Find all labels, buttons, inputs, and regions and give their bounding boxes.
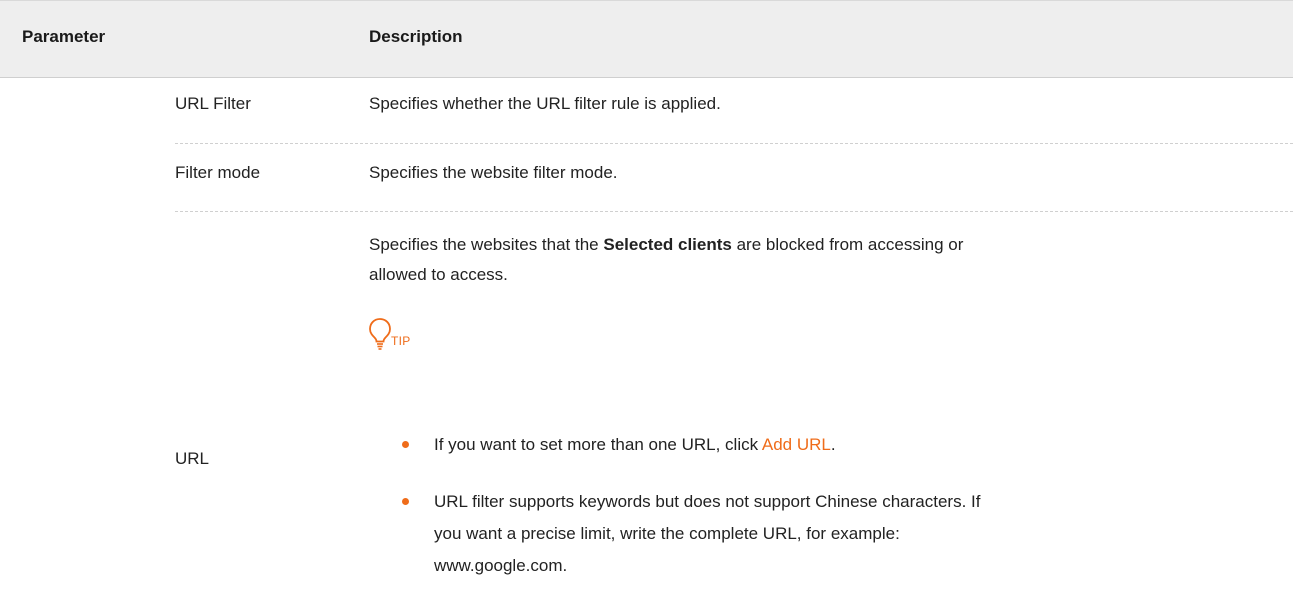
tip-label: TIP <box>391 334 411 348</box>
row-url-parameter: URL <box>175 449 210 468</box>
tip-bullet-add-url: If you want to set more than one URL, cl… <box>434 429 1264 461</box>
bullet-dot <box>402 441 409 448</box>
url-desc-text-line2: allowed to access. <box>369 265 508 284</box>
url-desc-text-after: are blocked from accessing or <box>731 235 964 254</box>
row-url-description: Specifies the websites that the Selected… <box>369 230 1269 290</box>
bullet-text-before: If you want to set more than one URL, cl… <box>434 435 762 454</box>
row-filter-mode-description: Specifies the website filter mode. <box>369 163 618 182</box>
row-url-filter-parameter: URL Filter <box>175 94 251 113</box>
bullet-line-1: URL filter supports keywords but does no… <box>434 492 981 511</box>
table-header-row: Parameter Description <box>0 0 1293 78</box>
tip-heading: TIP <box>367 306 411 350</box>
lightbulb-icon <box>367 316 393 350</box>
row-filter-mode-parameter: Filter mode <box>175 163 261 182</box>
bullet-line-3: www.google.com. <box>434 556 568 575</box>
row-divider <box>175 211 1293 212</box>
header-parameter: Parameter <box>22 27 106 46</box>
bullet-text-after: . <box>830 435 836 454</box>
bullet-dot <box>402 498 409 505</box>
url-desc-text-before: Specifies the websites that the <box>369 235 604 254</box>
header-description: Description <box>369 27 463 46</box>
url-desc-bold-selected-clients: Selected clients <box>603 235 732 254</box>
tip-bullet-keywords: URL filter supports keywords but does no… <box>434 486 1264 582</box>
row-divider <box>175 143 1293 144</box>
row-url-filter-description: Specifies whether the URL filter rule is… <box>369 94 721 113</box>
bullet-line-2: you want a precise limit, write the comp… <box>434 524 900 543</box>
add-url-link[interactable]: Add URL <box>762 435 831 454</box>
